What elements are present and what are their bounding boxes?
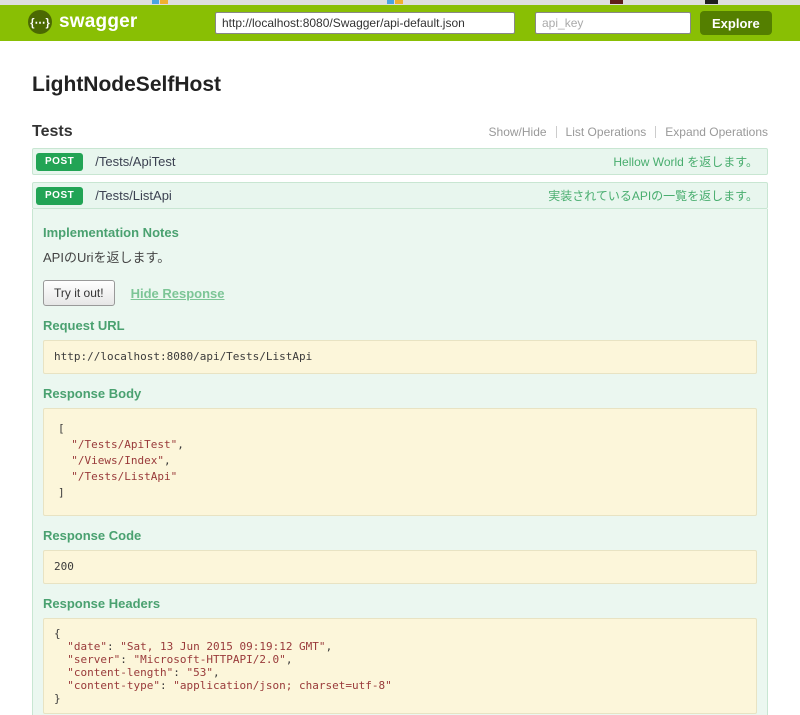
operation-row-apitest[interactable]: POST /Tests/ApiTest Hellow World を返します。 [32, 148, 768, 175]
response-headers-heading: Response Headers [43, 596, 161, 611]
post-method-badge: POST [36, 186, 84, 205]
response-body-heading: Response Body [43, 386, 142, 401]
browser-chrome-fragment [395, 0, 403, 4]
response-headers-value: { "date": "Sat, 13 Jun 2015 09:19:12 GMT… [54, 627, 392, 705]
hide-response-link[interactable]: Hide Response [131, 286, 225, 301]
swagger-logo: {⋯} swagger [28, 10, 138, 34]
response-body-box: [ "/Tests/ApiTest", "/Views/Index", "/Te… [43, 408, 757, 516]
operation-path[interactable]: /Tests/ListApi [95, 188, 548, 203]
operation-path[interactable]: /Tests/ApiTest [95, 154, 613, 169]
implementation-notes-heading: Implementation Notes [43, 225, 179, 240]
response-code-value: 200 [54, 560, 74, 573]
browser-chrome-fragment [152, 0, 159, 4]
api-url-input[interactable] [215, 12, 515, 34]
request-url-box: http://localhost:8080/api/Tests/ListApi [43, 340, 757, 374]
browser-chrome-fragment [160, 0, 168, 4]
operation-summary: Hellow World を返します。 [613, 155, 758, 169]
post-method-badge: POST [36, 152, 84, 171]
explore-button[interactable]: Explore [700, 11, 772, 35]
browser-chrome-fragment [610, 0, 623, 4]
tests-section-title[interactable]: Tests [32, 123, 73, 141]
operation-summary: 実装されているAPIの一覧を返します。 [548, 189, 758, 203]
request-url-heading: Request URL [43, 318, 125, 333]
response-code-box: 200 [43, 550, 757, 584]
operation-row-listapi[interactable]: POST /Tests/ListApi 実装されているAPIの一覧を返します。 [32, 182, 768, 209]
api-key-input[interactable] [535, 12, 691, 34]
response-headers-box: { "date": "Sat, 13 Jun 2015 09:19:12 GMT… [43, 618, 757, 714]
browser-chrome-fragment [387, 0, 394, 4]
response-code-heading: Response Code [43, 528, 142, 543]
swagger-logo-icon: {⋯} [28, 10, 52, 34]
show-hide-link[interactable]: Show/Hide [480, 125, 556, 139]
browser-chrome-fragment [705, 0, 718, 4]
implementation-notes-text: APIのUriを返します。 [43, 250, 171, 265]
list-operations-link[interactable]: List Operations [557, 125, 656, 139]
response-body-value: [ "/Tests/ApiTest", "/Views/Index", "/Te… [58, 422, 184, 499]
operation-block-listapi: POST /Tests/ListApi 実装されているAPIの一覧を返します。 … [32, 182, 768, 715]
try-it-out-button[interactable]: Try it out! [43, 280, 115, 306]
tests-section-header: Tests Show/Hide List Operations Expand O… [32, 123, 768, 141]
operation-expanded-panel: Implementation Notes APIのUriを返します。 Try i… [32, 209, 768, 715]
request-url-value: http://localhost:8080/api/Tests/ListApi [54, 350, 313, 363]
expand-operations-link[interactable]: Expand Operations [656, 125, 768, 139]
tests-section-links: Show/Hide List Operations Expand Operati… [480, 125, 768, 139]
swagger-header: {⋯} swagger Explore [0, 5, 800, 41]
swagger-logo-text: swagger [59, 11, 138, 32]
page-title: LightNodeSelfHost [32, 73, 221, 96]
